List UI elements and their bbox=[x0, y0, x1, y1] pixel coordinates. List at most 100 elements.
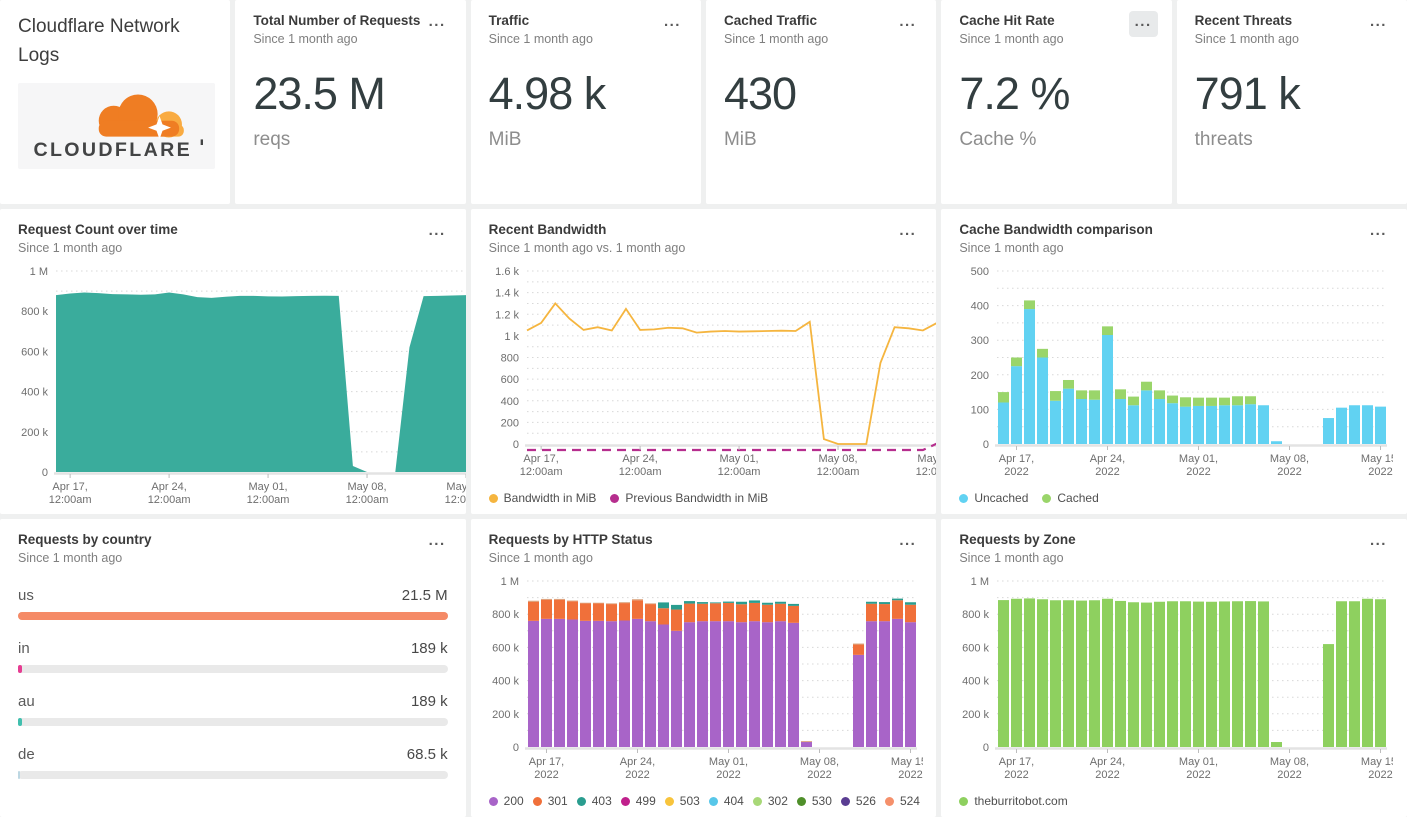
stat-unit: Cache % bbox=[959, 129, 1037, 150]
legend-dot bbox=[884, 796, 894, 806]
chart-legend: Uncached Cached bbox=[959, 491, 1099, 505]
svg-text:12:00am: 12:00am bbox=[618, 466, 661, 478]
stat-card-cached-traffic: Cached Traffic Since 1 month ago ... 430… bbox=[705, 0, 937, 204]
panel-title: Request Count over time bbox=[18, 222, 178, 237]
legend-item[interactable]: 499 bbox=[620, 794, 656, 808]
svg-text:2022: 2022 bbox=[625, 769, 649, 781]
svg-text:May 01,: May 01, bbox=[248, 481, 287, 493]
legend-label: Previous Bandwidth in MiB bbox=[625, 491, 769, 505]
panel-menu-button[interactable]: ... bbox=[1364, 220, 1393, 246]
legend-label: Cached bbox=[1057, 491, 1099, 505]
legend-item[interactable]: 301 bbox=[532, 794, 568, 808]
svg-text:1 M: 1 M bbox=[971, 576, 989, 588]
legend-item[interactable]: 530 bbox=[796, 794, 832, 808]
svg-text:Apr 17,: Apr 17, bbox=[523, 453, 558, 465]
cloudflare-logo: CLOUDFLARE bbox=[18, 83, 215, 169]
stat-unit: MiB bbox=[488, 129, 522, 150]
svg-text:2022: 2022 bbox=[1005, 466, 1029, 478]
svg-text:May 08,: May 08, bbox=[347, 481, 386, 493]
legend-dot bbox=[532, 796, 542, 806]
legend-dot bbox=[488, 493, 498, 503]
legend-item[interactable]: 524 bbox=[884, 794, 920, 808]
panel-menu-button[interactable]: ... bbox=[658, 11, 687, 37]
panel-menu-button[interactable]: ... bbox=[893, 11, 922, 37]
panel-menu-button[interactable]: ... bbox=[1128, 11, 1158, 37]
svg-text:Apr 17,: Apr 17, bbox=[52, 481, 87, 493]
panel-menu-button[interactable]: ... bbox=[1364, 530, 1393, 556]
chart-canvas: 0100200300400500Apr 17,2022Apr 24,2022Ma… bbox=[971, 266, 1400, 478]
legend-dot bbox=[664, 796, 674, 806]
svg-text:2022: 2022 bbox=[1369, 466, 1393, 478]
legend-item[interactable]: Previous Bandwidth in MiB bbox=[610, 491, 768, 505]
legend-label: 526 bbox=[855, 794, 876, 808]
svg-text:May 15,: May 15, bbox=[917, 453, 936, 465]
country-bar-fill bbox=[18, 665, 22, 673]
country-value: 21.5 M bbox=[401, 587, 448, 604]
svg-text:300: 300 bbox=[971, 335, 989, 347]
request-count-chart: 0 200 k 400 k 600 k 800 k1 M Apr 17, 12:00am Ap… bbox=[10, 265, 466, 506]
panel-menu-button[interactable]: ... bbox=[423, 530, 452, 556]
country-row: in 189 k bbox=[18, 640, 448, 673]
requests-by-zone-chart: 0 200 k 400 k 600 k 800 k1 M Apr 17, 2022 Apr 2… bbox=[951, 575, 1400, 781]
legend-item[interactable]: 200 bbox=[488, 794, 524, 808]
svg-text:500: 500 bbox=[971, 266, 989, 278]
svg-text:2022: 2022 bbox=[716, 769, 740, 781]
panel-menu-button[interactable]: ... bbox=[423, 11, 452, 37]
panel-menu-button[interactable]: ... bbox=[1364, 11, 1393, 37]
legend-dot bbox=[959, 796, 969, 806]
panel-title: Requests by country bbox=[18, 532, 152, 547]
legend-item[interactable]: 302 bbox=[752, 794, 788, 808]
legend-label: 503 bbox=[679, 794, 700, 808]
svg-text:May 15,: May 15, bbox=[1361, 756, 1393, 768]
svg-text:1 M: 1 M bbox=[30, 266, 48, 278]
legend-dot bbox=[752, 796, 762, 806]
panel-recent-bandwidth: Recent Bandwidth Since 1 month ago vs. 1… bbox=[470, 209, 937, 514]
panel-subtitle: Since 1 month ago bbox=[488, 32, 593, 46]
panel-menu-button[interactable]: ... bbox=[893, 530, 922, 556]
country-value: 68.5 k bbox=[406, 746, 448, 763]
country-label: us bbox=[18, 587, 34, 604]
legend-label: 301 bbox=[547, 794, 568, 808]
legend-label: Bandwidth in MiB bbox=[503, 491, 597, 505]
legend-dot bbox=[708, 796, 718, 806]
svg-text:2022: 2022 bbox=[807, 769, 831, 781]
svg-text:400: 400 bbox=[971, 301, 989, 313]
svg-text:May 01,: May 01, bbox=[1179, 756, 1218, 768]
svg-text:800 k: 800 k bbox=[962, 609, 989, 621]
legend-item[interactable]: Bandwidth in MiB bbox=[488, 491, 597, 505]
chart-canvas: 0200 k400 k600 k800 k1 MApr 17,2022Apr 2… bbox=[492, 576, 930, 781]
panel-menu-button[interactable]: ... bbox=[423, 220, 452, 246]
country-row: au 189 k bbox=[18, 693, 448, 726]
svg-text:1.2 k: 1.2 k bbox=[495, 309, 519, 321]
country-list: us 21.5 M in 189 k au 189 k de 68.5 k bbox=[18, 587, 448, 779]
panel-requests-by-zone: Requests by Zone Since 1 month ago ... 0… bbox=[941, 519, 1407, 817]
legend-item[interactable]: 503 bbox=[664, 794, 700, 808]
stat-card-cache-hit-rate: Cache Hit Rate Since 1 month ago ... 7.2… bbox=[941, 0, 1172, 204]
legend-item[interactable]: 404 bbox=[708, 794, 744, 808]
svg-text:1.6 k: 1.6 k bbox=[495, 266, 519, 278]
legend-item[interactable]: 526 bbox=[840, 794, 876, 808]
svg-text:12:00am: 12:00am bbox=[445, 494, 466, 506]
panel-menu-button[interactable]: ... bbox=[893, 220, 922, 246]
country-value: 189 k bbox=[410, 640, 448, 657]
legend-dot bbox=[840, 796, 850, 806]
svg-text:400: 400 bbox=[500, 396, 518, 408]
svg-text:2022: 2022 bbox=[898, 769, 922, 781]
svg-text:1 k: 1 k bbox=[504, 331, 519, 343]
cloudflare-logo-image: CLOUDFLARE bbox=[33, 94, 203, 161]
svg-text:12:00am: 12:00am bbox=[519, 466, 562, 478]
legend-item[interactable]: Cached bbox=[1042, 491, 1099, 505]
country-bar-fill bbox=[18, 771, 20, 779]
svg-text:12:00am: 12:00am bbox=[346, 494, 389, 506]
country-bar-fill bbox=[18, 718, 22, 726]
panel-subtitle: Since 1 month ago bbox=[959, 551, 1064, 565]
stat-value: 23.5 M bbox=[253, 68, 386, 119]
country-bar-track bbox=[18, 612, 448, 620]
svg-text:400 k: 400 k bbox=[492, 676, 519, 688]
svg-text:800: 800 bbox=[500, 353, 518, 365]
legend-item[interactable]: theburritobot.com bbox=[959, 794, 1068, 808]
chart-canvas: 0200 k400 k600 k800 k1 MApr 17,2022Apr 2… bbox=[962, 576, 1400, 781]
legend-item[interactable]: Uncached bbox=[959, 491, 1028, 505]
legend-item[interactable]: 403 bbox=[576, 794, 612, 808]
country-label: au bbox=[18, 693, 35, 710]
